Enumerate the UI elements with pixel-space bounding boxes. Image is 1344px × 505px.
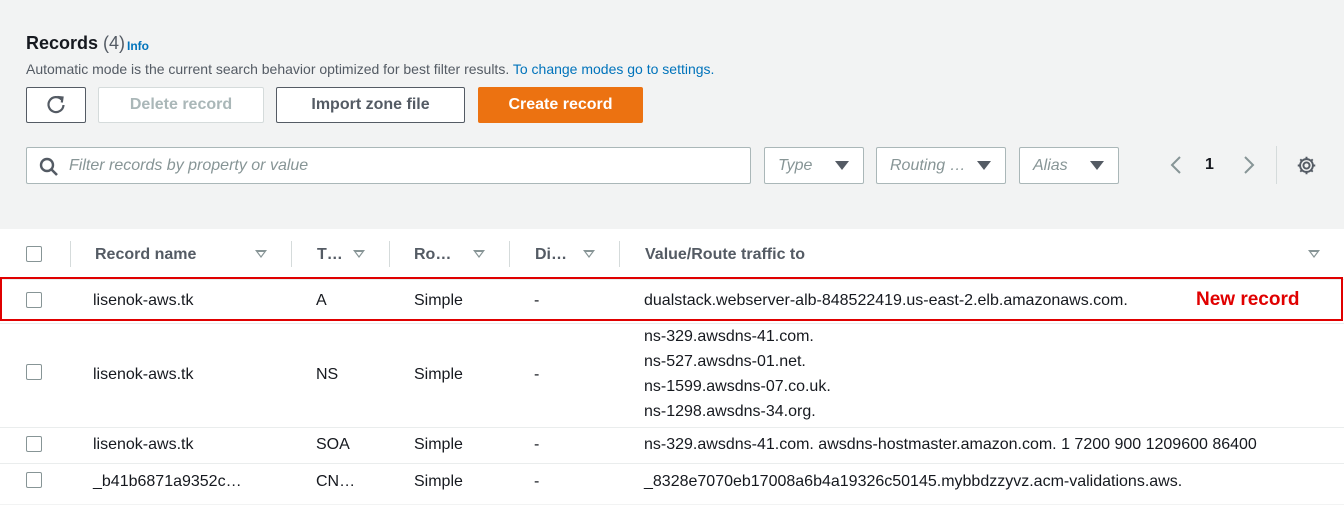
pager-divider xyxy=(1276,146,1277,184)
record-value: ns-1599.awsdns-07.co.uk. xyxy=(644,378,831,395)
page-title: Records (4) xyxy=(26,33,125,54)
record-value: _8328e7070eb17008a6b4a19326c50145.mybbdz… xyxy=(644,473,1183,490)
record-differentiator: - xyxy=(534,366,540,383)
previous-page-icon[interactable] xyxy=(1168,155,1184,175)
refresh-button[interactable] xyxy=(26,87,86,123)
record-value: ns-329.awsdns-41.com. xyxy=(644,328,814,345)
info-link[interactable]: Info xyxy=(127,39,149,53)
search-icon xyxy=(39,157,58,176)
alias-filter-label: Alias xyxy=(1033,157,1068,174)
column-header-type[interactable]: T… xyxy=(317,246,343,264)
routing-filter-label: Routing … xyxy=(890,157,966,174)
sort-icon[interactable] xyxy=(255,250,267,258)
sort-icon[interactable] xyxy=(353,250,365,258)
sort-icon[interactable] xyxy=(583,250,595,258)
record-name: lisenok-aws.tk xyxy=(93,436,194,453)
row-checkbox[interactable] xyxy=(26,364,42,380)
select-all-checkbox[interactable] xyxy=(26,246,42,262)
settings-gear-icon[interactable] xyxy=(1296,155,1317,176)
column-header-routing[interactable]: Ro… xyxy=(414,246,451,264)
create-record-button[interactable]: Create record xyxy=(478,87,643,123)
delete-record-button[interactable]: Delete record xyxy=(98,87,264,123)
record-name: lisenok-aws.tk xyxy=(93,366,194,383)
column-divider xyxy=(509,241,510,267)
next-page-icon[interactable] xyxy=(1241,155,1257,175)
caret-down-icon xyxy=(977,161,991,170)
record-value: ns-329.awsdns-41.com. awsdns-hostmaster.… xyxy=(644,436,1257,453)
column-divider xyxy=(619,241,620,267)
record-routing: Simple xyxy=(414,436,463,453)
type-filter-select[interactable]: Type xyxy=(764,147,864,184)
import-zone-file-button[interactable]: Import zone file xyxy=(276,87,465,123)
settings-link[interactable]: To change modes go to settings. xyxy=(513,61,715,77)
record-routing: Simple xyxy=(414,473,463,490)
table-row[interactable]: lisenok-aws.tk SOA Simple - ns-329.awsdn… xyxy=(0,427,1344,464)
table-row[interactable]: lisenok-aws.tk NS Simple - ns-329.awsdns… xyxy=(0,323,1344,428)
record-value: ns-1298.awsdns-34.org. xyxy=(644,403,816,420)
row-checkbox[interactable] xyxy=(26,436,42,452)
alias-filter-select[interactable]: Alias xyxy=(1019,147,1119,184)
row-checkbox[interactable] xyxy=(26,472,42,488)
type-filter-label: Type xyxy=(778,157,813,174)
sort-icon[interactable] xyxy=(1308,250,1320,258)
search-placeholder: Filter records by property or value xyxy=(69,157,309,174)
record-routing: Simple xyxy=(414,366,463,383)
record-name: _b41b6871a9352c… xyxy=(93,473,242,490)
caret-down-icon xyxy=(835,161,849,170)
record-type: CN… xyxy=(316,473,356,490)
column-divider xyxy=(70,241,71,267)
search-input[interactable]: Filter records by property or value xyxy=(26,147,751,184)
search-mode-description: Automatic mode is the current search beh… xyxy=(26,61,714,77)
table-header: Record name T… Ro… Di… Value/Route traff… xyxy=(0,229,1344,279)
records-count: (4) xyxy=(103,33,126,53)
sort-icon[interactable] xyxy=(473,250,485,258)
new-record-highlight xyxy=(0,277,1343,321)
records-table: Record name T… Ro… Di… Value/Route traff… xyxy=(0,229,1344,504)
routing-filter-select[interactable]: Routing … xyxy=(876,147,1006,184)
column-divider xyxy=(389,241,390,267)
record-value: ns-527.awsdns-01.net. xyxy=(644,353,806,370)
new-record-annotation: New record xyxy=(1196,289,1300,310)
column-header-value[interactable]: Value/Route traffic to xyxy=(645,246,805,264)
records-title: Records xyxy=(26,33,99,53)
caret-down-icon xyxy=(1090,161,1104,170)
column-divider xyxy=(291,241,292,267)
record-differentiator: - xyxy=(534,436,540,453)
current-page[interactable]: 1 xyxy=(1205,156,1214,174)
column-header-differentiator[interactable]: Di… xyxy=(535,246,567,264)
record-differentiator: - xyxy=(534,473,540,490)
record-type: SOA xyxy=(316,436,350,453)
record-type: NS xyxy=(316,366,339,383)
refresh-icon xyxy=(47,95,65,114)
table-row[interactable]: _b41b6871a9352c… CN… Simple - _8328e7070… xyxy=(0,463,1344,505)
column-header-record-name[interactable]: Record name xyxy=(95,246,196,264)
description-text: Automatic mode is the current search beh… xyxy=(26,61,510,77)
